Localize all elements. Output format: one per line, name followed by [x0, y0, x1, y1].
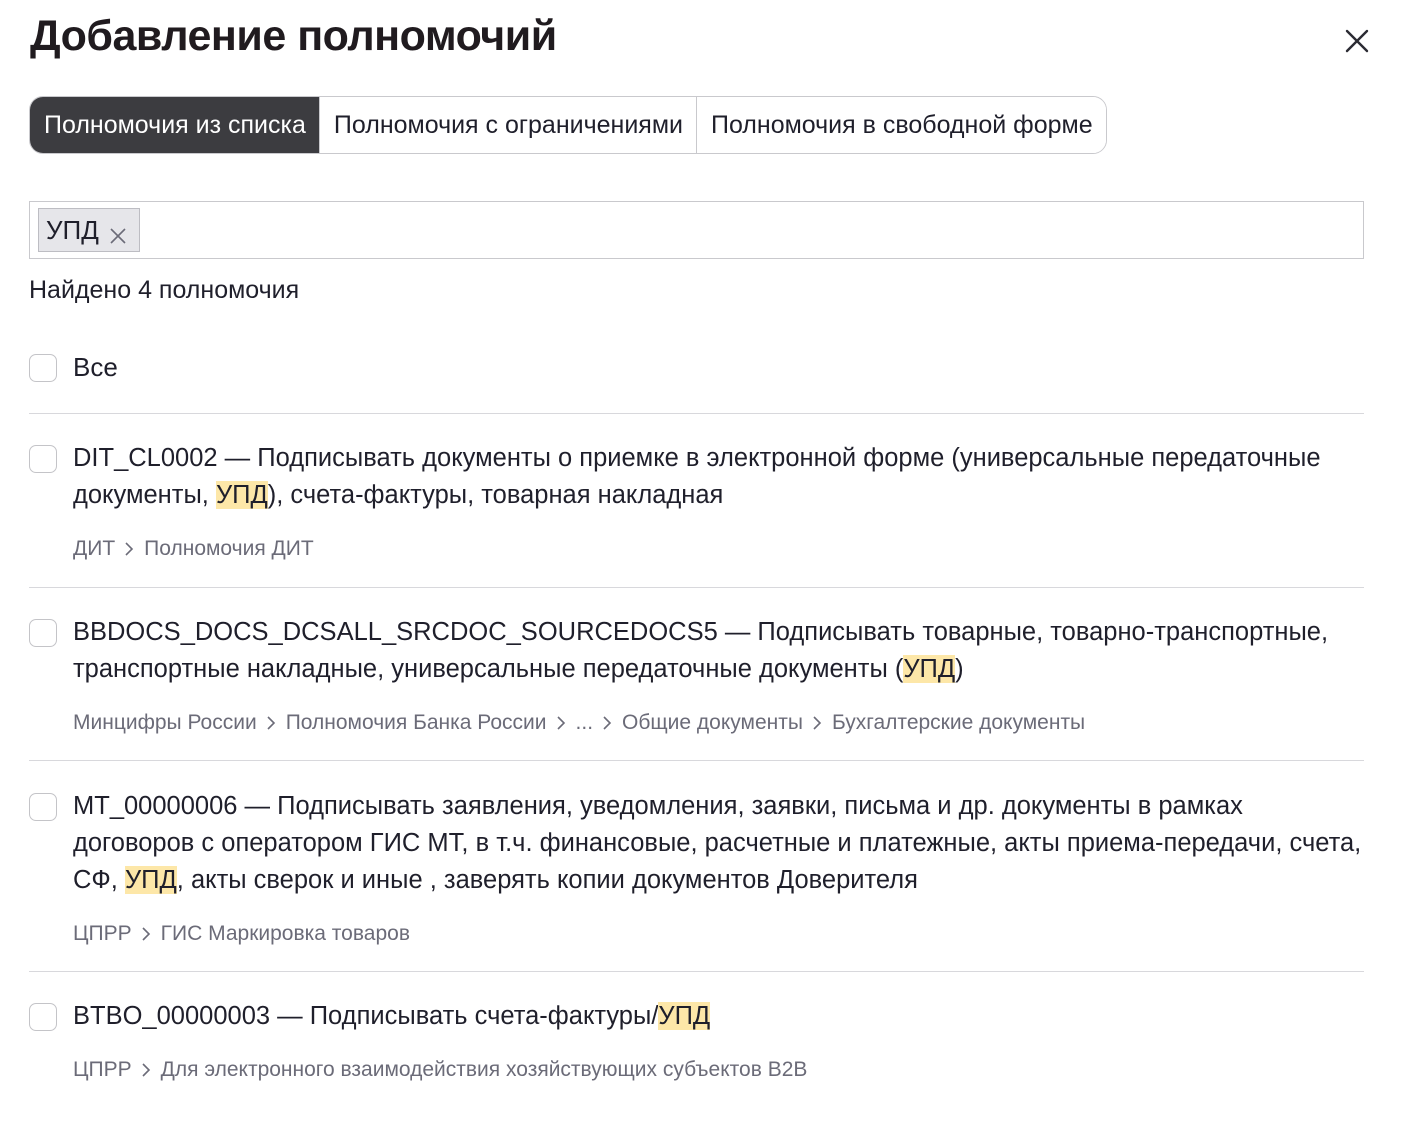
breadcrumb-item[interactable]: Минцифры России	[73, 711, 257, 735]
filter-chip: УПД	[38, 208, 140, 252]
permission-checkbox[interactable]	[29, 445, 57, 473]
breadcrumb: ЦПРР Для электронного взаимодействия хоз…	[73, 1058, 807, 1082]
breadcrumb-item[interactable]: Бухгалтерские документы	[832, 711, 1085, 735]
tab-restricted-permissions[interactable]: Полномочия с ограничениями	[318, 97, 696, 153]
permission-description: BBDOCS_DOCS_DCSALL_SRCDOC_SOURCEDOCS5 — …	[73, 618, 1329, 683]
breadcrumb-item[interactable]: Для электронного взаимодействия хозяйств…	[161, 1058, 808, 1082]
divider	[29, 587, 1364, 588]
tab-list-permissions[interactable]: Полномочия из списка	[30, 97, 319, 153]
chevron-right-icon	[556, 716, 565, 730]
search-highlight: УПД	[903, 655, 956, 683]
permission-description: DIT_CL0002 — Подписывать документы о при…	[73, 444, 1321, 509]
permission-checkbox[interactable]	[29, 1003, 57, 1031]
breadcrumb-item[interactable]: Общие документы	[622, 711, 803, 735]
divider	[29, 413, 1364, 414]
search-highlight: УПД	[124, 866, 177, 894]
breadcrumb-ellipsis[interactable]: ...	[576, 711, 594, 735]
breadcrumb: ЦПРР ГИС Маркировка товаров	[73, 922, 410, 946]
divider	[29, 760, 1364, 761]
close-icon	[110, 228, 126, 244]
divider	[29, 971, 1364, 972]
search-input[interactable]: УПД	[29, 201, 1364, 259]
permission-type-tabs: Полномочия из списка Полномочия с ограни…	[29, 96, 1107, 154]
breadcrumb-item[interactable]: ГИС Маркировка товаров	[161, 922, 410, 946]
search-highlight: УПД	[658, 1002, 711, 1030]
breadcrumb: Минцифры России Полномочия Банка России …	[73, 711, 1085, 735]
breadcrumb-item[interactable]: ДИТ	[73, 537, 115, 561]
chevron-right-icon	[125, 542, 134, 556]
chevron-right-icon	[813, 716, 822, 730]
close-icon	[1345, 29, 1369, 53]
breadcrumb-item[interactable]: Полномочия ДИТ	[144, 537, 314, 561]
tab-free-form-permissions[interactable]: Полномочия в свободной форме	[695, 97, 1106, 153]
dialog-title: Добавление полномочий	[30, 12, 557, 60]
chevron-right-icon	[142, 927, 150, 941]
breadcrumb: ДИТ Полномочия ДИТ	[73, 537, 314, 561]
chevron-right-icon	[142, 1063, 150, 1077]
results-count: Найдено 4 полномочия	[29, 276, 300, 304]
breadcrumb-item[interactable]: Полномочия Банка России	[286, 711, 547, 735]
select-all-label: Все	[73, 352, 118, 382]
permission-description: BTBO_00000003 — Подписывать счета-фактур…	[73, 1002, 711, 1030]
select-all-checkbox[interactable]	[29, 354, 57, 382]
search-highlight: УПД	[215, 481, 268, 509]
permission-checkbox[interactable]	[29, 793, 57, 821]
close-button[interactable]	[1340, 24, 1374, 58]
chevron-right-icon	[603, 716, 612, 730]
permission-checkbox[interactable]	[29, 619, 57, 647]
breadcrumb-item[interactable]: ЦПРР	[73, 922, 132, 946]
permission-description: MT_00000006 — Подписывать заявления, уве…	[73, 792, 1362, 894]
chevron-right-icon	[267, 716, 275, 730]
breadcrumb-item[interactable]: ЦПРР	[73, 1058, 132, 1082]
filter-chip-label: УПД	[46, 214, 99, 245]
chip-remove-button[interactable]	[109, 221, 127, 244]
